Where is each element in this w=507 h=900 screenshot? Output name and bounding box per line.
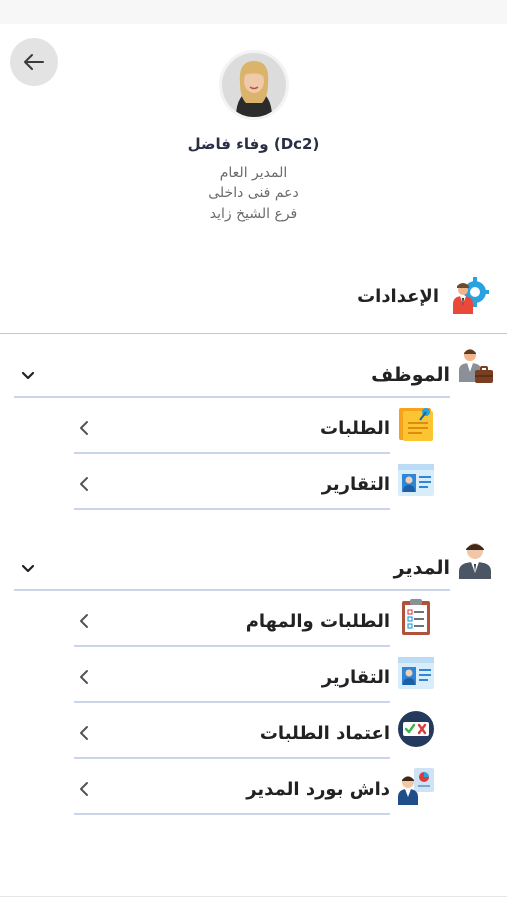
chevron-left-icon: [74, 474, 94, 494]
chevron-down-icon: [14, 554, 42, 582]
section-divider: [14, 396, 450, 398]
section-divider: [14, 589, 450, 591]
menu-item-approve-requests[interactable]: اعتماد الطلبات: [74, 710, 390, 756]
avatar: [219, 50, 289, 120]
bottom-divider: [0, 896, 507, 897]
chevron-left-icon: [74, 779, 94, 799]
approve-reject-icon: [398, 711, 434, 747]
status-bar: [0, 0, 507, 24]
menu-item-manager-dashboard[interactable]: داش بورد المدير: [74, 766, 390, 812]
chevron-left-icon: [74, 667, 94, 687]
menu-item-employee-reports[interactable]: التقارير: [74, 461, 390, 507]
section-title-manager: المدير: [393, 557, 450, 579]
profile-name: وفاء فاضل (Dc2): [187, 135, 320, 153]
id-card-icon: [398, 464, 434, 496]
section-title-employee: الموظف: [371, 364, 450, 386]
settings-row[interactable]: الإعدادات: [0, 274, 507, 318]
chevron-left-icon: [74, 418, 94, 438]
menu-item-manager-reports[interactable]: التقارير: [74, 654, 390, 700]
settings-gear-person-icon: [453, 277, 489, 314]
menu-item-label: الطلبات: [319, 417, 390, 439]
profile-branch: فرع الشيخ زايد: [209, 206, 298, 222]
menu-item-label: التقارير: [321, 666, 390, 688]
menu-item-label: داش بورد المدير: [246, 778, 390, 800]
menu-item-employee-requests[interactable]: الطلبات: [74, 405, 390, 451]
clipboard-checklist-icon: [402, 599, 430, 635]
item-divider: [74, 508, 390, 510]
menu-item-label: اعتماد الطلبات: [259, 722, 390, 744]
profile-department: دعم فنى داخلى: [208, 185, 299, 201]
back-button[interactable]: [10, 38, 58, 86]
menu-item-label: التقارير: [321, 473, 390, 495]
settings-label: الإعدادات: [357, 285, 439, 307]
id-card-icon: [398, 657, 434, 689]
item-divider: [74, 452, 390, 454]
settings-divider: [0, 333, 507, 334]
menu-item-label: الطلبات والمهام: [245, 610, 390, 632]
user-photo-icon: [222, 53, 286, 117]
item-divider: [74, 813, 390, 815]
chevron-left-icon: [74, 611, 94, 631]
item-divider: [74, 757, 390, 759]
chevron-down-icon: [14, 361, 42, 389]
profile-job-title: المدير العام: [219, 165, 288, 181]
sticky-note-icon: [399, 408, 433, 441]
chevron-left-icon: [74, 723, 94, 743]
menu-item-manager-requests-tasks[interactable]: الطلبات والمهام: [74, 598, 390, 644]
section-header-employee[interactable]: الموظف: [14, 353, 450, 397]
section-header-manager[interactable]: المدير: [14, 546, 450, 590]
employee-briefcase-icon: [459, 349, 493, 383]
dashboard-manager-icon: [398, 768, 434, 805]
manager-person-icon: [459, 543, 491, 579]
item-divider: [74, 701, 390, 703]
arrow-left-icon: [24, 54, 44, 70]
item-divider: [74, 645, 390, 647]
